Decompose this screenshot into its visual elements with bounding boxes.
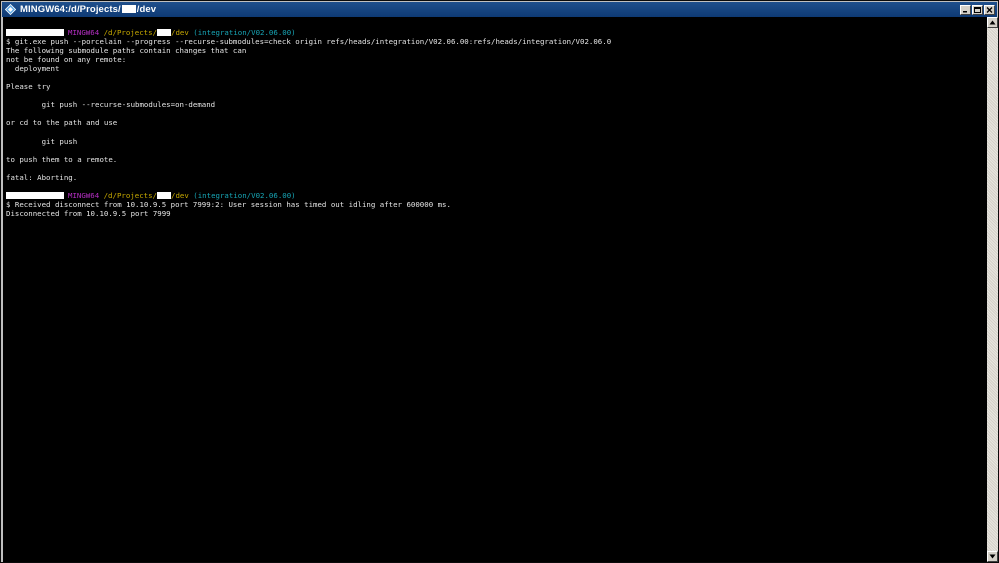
window-controls xyxy=(960,4,995,15)
output-line: deployment xyxy=(6,64,60,74)
prompt-host: MINGW64 xyxy=(68,190,100,200)
output-line: or cd to the path and use xyxy=(6,118,118,128)
window-title: MINGW64:/d/Projects/ /dev xyxy=(20,4,156,15)
minimize-icon xyxy=(963,10,967,12)
prompt-branch: (integration/V02.06.00) xyxy=(193,190,296,200)
prompt-branch: (integration/V02.06.00) xyxy=(193,28,296,37)
output-line: fatal: Aborting. xyxy=(6,172,78,182)
maximize-icon xyxy=(974,6,981,13)
scroll-down-button[interactable] xyxy=(987,551,998,562)
output-line: Please try xyxy=(6,82,51,92)
title-bar[interactable]: MINGW64:/d/Projects/ /dev xyxy=(2,2,997,17)
terminal-window: MINGW64:/d/Projects/ /dev MINGW64 /d/Proj… xyxy=(0,0,999,563)
close-icon xyxy=(986,6,993,13)
output-line: to push them to a remote. xyxy=(6,154,118,164)
prompt-path-prefix: /d/Projects/ xyxy=(103,28,158,37)
redacted-block xyxy=(121,5,136,13)
maximize-button[interactable] xyxy=(972,4,983,15)
prompt-line: MINGW64 /d/Projects/ /dev (integration/V0… xyxy=(6,191,987,200)
output-line: not be found on any remote: xyxy=(6,55,127,65)
window-title-prefix: MINGW64:/d/Projects/ xyxy=(20,4,121,15)
prompt-host: MINGW64 xyxy=(68,28,100,37)
minimize-button[interactable] xyxy=(960,4,971,15)
arrow-down-icon xyxy=(989,554,996,559)
vertical-scrollbar[interactable] xyxy=(987,17,998,562)
prompt-path-suffix: /dev xyxy=(171,28,189,37)
redacted-block xyxy=(157,29,172,36)
output-line: $ git.exe push --porcelain --progress --… xyxy=(6,37,612,47)
arrow-up-icon xyxy=(989,20,996,25)
prompt-path-suffix: /dev xyxy=(171,190,189,200)
prompt-line: MINGW64 /d/Projects/ /dev (integration/V0… xyxy=(6,28,987,37)
git-bash-diamond-icon[interactable] xyxy=(5,4,16,15)
window-title-suffix: /dev xyxy=(136,4,157,15)
output-line: git push xyxy=(6,136,78,146)
output-line: git push --recurse-submodules=on-demand xyxy=(6,100,216,110)
output-line: The following submodule paths contain ch… xyxy=(6,46,247,56)
output-line: $ Received disconnect from 10.10.9.5 por… xyxy=(6,199,451,209)
terminal-output-area[interactable]: MINGW64 /d/Projects/ /dev (integration/V0… xyxy=(3,17,987,562)
redacted-block xyxy=(157,191,172,199)
close-button[interactable] xyxy=(984,4,995,15)
prompt-path-prefix: /d/Projects/ xyxy=(103,190,158,200)
redacted-block xyxy=(6,191,64,199)
output-line: Disconnected from 10.10.9.5 port 7999 xyxy=(6,208,171,218)
redacted-block xyxy=(6,29,64,36)
scroll-up-button[interactable] xyxy=(987,17,998,28)
scrollbar-track[interactable] xyxy=(987,28,998,551)
